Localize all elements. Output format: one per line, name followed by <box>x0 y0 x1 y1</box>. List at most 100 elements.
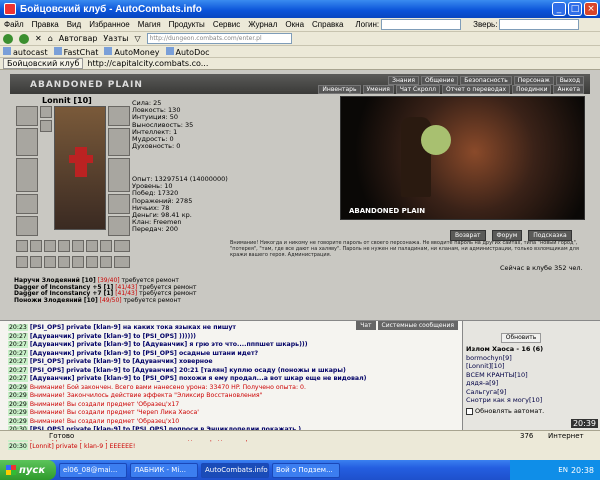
menu-magic[interactable]: Магия <box>138 20 161 29</box>
tray-clock: 20:38 <box>570 465 594 475</box>
earring-slot[interactable] <box>40 106 52 118</box>
menu-service[interactable]: Сервис <box>213 20 240 29</box>
nav-knowledge[interactable]: Знания <box>388 76 419 85</box>
address-url[interactable]: http://capitalcity.combats.co... <box>87 59 208 68</box>
location-title: Излом Хаоса - 16 (6) <box>466 345 544 353</box>
nav-inventory[interactable]: Инвентарь <box>318 85 361 94</box>
refresh-button[interactable]: Обновить <box>501 333 541 343</box>
menu-view[interactable]: Вид <box>67 20 81 29</box>
online-panel: Обновить Излом Хаоса - 16 (6) bormochyn[… <box>462 320 600 430</box>
rune-slot[interactable] <box>100 240 112 252</box>
chat-line: 20:29 Внимание! Вы создали предмет 'Обра… <box>8 417 180 425</box>
menu-favorites[interactable]: Избранное <box>89 20 130 29</box>
user-entry[interactable]: ВСЕМ КРАНТЫ[10] <box>466 371 543 380</box>
repair-list: Наручи Злодеяний [10] [39/40] требуется … <box>14 277 196 304</box>
language-indicator[interactable]: EN <box>558 466 568 474</box>
nav-profile[interactable]: Анкета <box>553 85 584 94</box>
weapon-left-slot[interactable] <box>16 128 38 156</box>
online-count: Сейчас в клубе 352 чел. <box>500 264 583 272</box>
forward-button[interactable] <box>19 33 29 44</box>
nav-transfers[interactable]: Отчет о переводах <box>441 85 511 94</box>
ring-slot[interactable] <box>16 216 38 236</box>
login-label: Логин: <box>355 20 380 29</box>
windows-logo-icon <box>6 465 16 475</box>
nav-social[interactable]: Общение <box>420 76 459 85</box>
potion-slot[interactable] <box>58 256 70 268</box>
rune-slot[interactable] <box>72 240 84 252</box>
beast-combo[interactable]: Зверь: <box>473 19 580 30</box>
task-dungeon[interactable]: Вой о Подзем... <box>272 462 340 478</box>
game-nav-bottom: Инвентарь Умения Чат Скролл Отчет о пере… <box>318 85 584 94</box>
menu-file[interactable]: Файл <box>4 20 24 29</box>
task-autocombats[interactable]: AutoCombats.info <box>201 462 269 478</box>
link-automoney[interactable]: AutoMoney <box>104 46 160 57</box>
toolbar-url-field[interactable]: http://dungeon.combats.com/enter.pl <box>146 33 292 44</box>
link-fastchat[interactable]: FastChat <box>53 46 98 57</box>
menu-edit[interactable]: Правка <box>32 20 59 29</box>
user-entry[interactable]: дядя-а[9] <box>466 379 543 388</box>
potion-slot[interactable] <box>86 256 98 268</box>
gloves-slot[interactable] <box>108 158 130 192</box>
potion-slot[interactable] <box>72 256 84 268</box>
rune-slot[interactable] <box>86 240 98 252</box>
close-icon[interactable]: × <box>584 2 598 16</box>
character-name[interactable]: Lonnit [10] <box>42 96 92 105</box>
window-buttons: _ □ × <box>552 2 598 16</box>
filter-icon[interactable]: ▽ <box>134 34 140 43</box>
potion-slot[interactable] <box>100 256 112 268</box>
menu-journal[interactable]: Журнал <box>248 20 277 29</box>
beast-select[interactable] <box>499 19 580 30</box>
rune-slot[interactable] <box>44 240 56 252</box>
armor-slot[interactable] <box>16 158 38 192</box>
page-tab[interactable]: Бойцовский клуб <box>3 58 84 69</box>
nav-exit[interactable]: Выход <box>555 76 584 85</box>
chat-line: 20:29 Внимание! Бой закончен. Всего вами… <box>8 383 306 391</box>
user-entry[interactable]: Сальгуга[9] <box>466 388 543 397</box>
autoguard-button[interactable]: Автогвар <box>59 34 98 43</box>
auto-refresh-toggle[interactable]: Обновлять автомат. <box>466 407 544 415</box>
start-button[interactable]: пуск <box>0 460 56 480</box>
rune-slot[interactable] <box>16 240 28 252</box>
auto-refresh-checkbox[interactable] <box>466 407 473 415</box>
nav-character[interactable]: Персонаж <box>513 76 554 85</box>
character-avatar[interactable] <box>54 106 106 230</box>
helmet-slot[interactable] <box>16 106 38 126</box>
potion-slot[interactable] <box>44 256 56 268</box>
rune-slot[interactable] <box>58 240 70 252</box>
maximize-icon[interactable]: □ <box>568 2 582 16</box>
potion-slot[interactable] <box>30 256 42 268</box>
boots-slot[interactable] <box>108 216 130 236</box>
link-autocast[interactable]: autocast <box>3 46 48 57</box>
bracers-slot[interactable] <box>108 106 130 126</box>
nav-battles[interactable]: Поединки <box>512 85 552 94</box>
menu-help[interactable]: Справка <box>312 20 343 29</box>
belt-slot[interactable] <box>16 194 38 214</box>
login-combo[interactable]: Логин: <box>355 19 462 30</box>
task-mail[interactable]: el06_08@mai... <box>59 462 127 478</box>
favorites-button[interactable]: Уазты <box>103 34 128 43</box>
nav-skills[interactable]: Умения <box>362 85 394 94</box>
potion-slot[interactable] <box>114 256 130 268</box>
amulet-slot[interactable] <box>40 120 52 132</box>
potion-slot[interactable] <box>16 256 28 268</box>
task-labnik[interactable]: ЛАБНИК - Mi... <box>130 462 198 478</box>
minimize-icon[interactable]: _ <box>552 2 566 16</box>
rune-slot[interactable] <box>114 240 130 252</box>
link-autodoc[interactable]: AutoDoc <box>165 46 210 57</box>
link-icon <box>53 46 62 55</box>
rune-slot[interactable] <box>30 240 42 252</box>
login-select[interactable] <box>381 19 462 30</box>
status-bar: Готово 376 Интернет <box>0 430 600 440</box>
back-button[interactable] <box>3 33 13 44</box>
leggings-slot[interactable] <box>108 194 130 214</box>
weapon-right-slot[interactable] <box>108 128 130 156</box>
nav-chat-scroll[interactable]: Чат Скролл <box>395 85 440 94</box>
menu-products[interactable]: Продукты <box>169 20 205 29</box>
menu-windows[interactable]: Окна <box>285 20 304 29</box>
user-entry[interactable]: [Lonnit][10] <box>466 362 543 371</box>
home-button[interactable]: ⌂ <box>48 34 53 43</box>
nav-security[interactable]: Безопасность <box>460 76 512 85</box>
user-entry[interactable]: bormochyn[9] <box>466 354 543 363</box>
stop-button[interactable]: ✕ <box>35 34 42 43</box>
user-entry[interactable]: Снотри как я могу[10] <box>466 396 543 405</box>
